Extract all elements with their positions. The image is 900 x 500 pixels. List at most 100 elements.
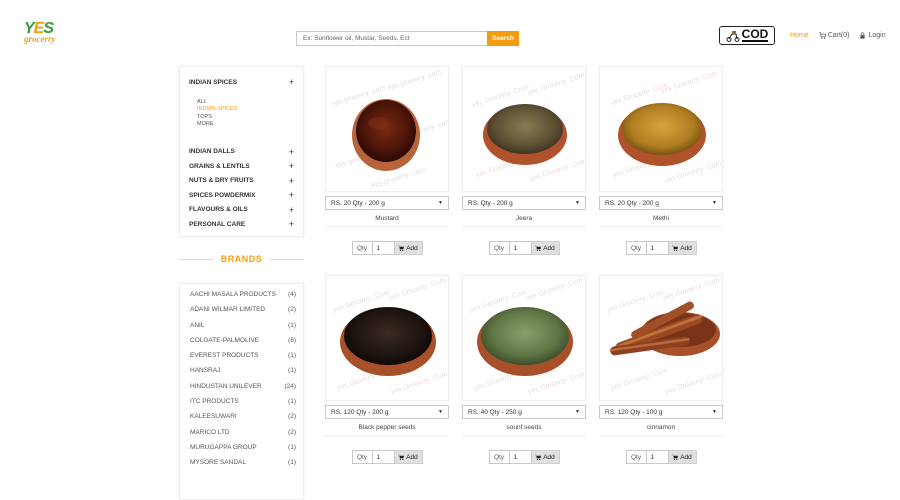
mustard-seeds-image bbox=[352, 99, 420, 171]
qty-label: Qty bbox=[351, 241, 373, 255]
expand-icon[interactable]: + bbox=[289, 176, 294, 186]
brand-item[interactable]: MURUGAPPA GROUP (1) bbox=[190, 440, 296, 455]
lock-icon bbox=[860, 32, 866, 39]
brand-item[interactable]: ITC PRODUCTS (1) bbox=[190, 394, 296, 409]
product-name[interactable]: cinnamon bbox=[599, 424, 723, 436]
dropdown-caret-icon: ▼ bbox=[438, 200, 443, 206]
product-name[interactable]: Jeera bbox=[462, 215, 586, 227]
nav-home[interactable]: Home bbox=[790, 32, 809, 39]
expand-icon[interactable]: + bbox=[289, 161, 294, 171]
cart-icon bbox=[535, 245, 542, 251]
dropdown-caret-icon: ▼ bbox=[575, 200, 580, 206]
nav-login[interactable]: Login bbox=[859, 32, 886, 39]
jeera-seeds-image bbox=[483, 104, 567, 165]
product-name[interactable]: Mustard bbox=[325, 215, 449, 227]
product-image-box[interactable]: yes Grocerry .Com yes Grocerry .Com yes … bbox=[599, 275, 723, 401]
category-item-nuts-dry-fruits[interactable]: NUTS & DRY FRUITS + bbox=[189, 174, 294, 189]
add-to-cart-group: Qty 1 Add bbox=[325, 241, 449, 255]
qty-input[interactable]: 1 bbox=[372, 450, 395, 464]
subcategory-more[interactable]: MORE bbox=[197, 121, 294, 129]
search-input[interactable] bbox=[296, 31, 487, 46]
qty-input[interactable]: 1 bbox=[646, 450, 669, 464]
search-bar: Search bbox=[296, 31, 519, 46]
product-card: yes Grocerry .Com yes Grocerry .Com yes … bbox=[599, 66, 723, 255]
product-image-box[interactable]: yes Grocerry .Com yes Grocerry .Com yes … bbox=[462, 275, 586, 401]
brand-item[interactable]: COLGATE-PALMOLIVE (8) bbox=[190, 333, 296, 348]
expand-icon[interactable]: + bbox=[289, 147, 294, 157]
cart-icon bbox=[672, 454, 679, 460]
black-pepper-image bbox=[340, 307, 436, 376]
product-name[interactable]: sounf seeds bbox=[462, 424, 586, 436]
category-item-personal-care[interactable]: PERSONAL CARE + bbox=[189, 217, 294, 232]
expand-icon[interactable]: + bbox=[289, 77, 294, 87]
product-card: yes Grocerry .Com yes Grocerry .Com yes … bbox=[325, 275, 449, 464]
product-image-box[interactable]: yes Grocerry .Com yes Grocerry .Com yes … bbox=[462, 66, 586, 192]
expand-icon[interactable]: + bbox=[289, 190, 294, 200]
brand-item[interactable]: HANSRAJ (1) bbox=[190, 363, 296, 378]
top-nav: Home Cart(0) Login bbox=[790, 32, 886, 39]
variant-select[interactable]: RS. 120 Qty - 200 g ▼ bbox=[325, 405, 449, 419]
cart-icon bbox=[398, 245, 405, 251]
brand-item[interactable]: ANIL (1) bbox=[190, 318, 296, 333]
brands-heading: BRANDS bbox=[179, 254, 305, 264]
dropdown-caret-icon: ▼ bbox=[712, 200, 717, 206]
brand-item[interactable]: KALEESUWARI (2) bbox=[190, 409, 296, 424]
sounf-seeds-image bbox=[477, 307, 573, 376]
product-name[interactable]: Black pepper seeds bbox=[325, 424, 449, 436]
product-name[interactable]: Methi bbox=[599, 215, 723, 227]
variant-select[interactable]: RS. 40 Qty - 250 g ▼ bbox=[462, 405, 586, 419]
brand-item[interactable]: HINDUSTAN UNILEVER (24) bbox=[190, 379, 296, 394]
nav-cart[interactable]: Cart(0) bbox=[818, 32, 849, 39]
add-to-cart-button[interactable]: Add bbox=[668, 241, 697, 255]
brand-item[interactable]: EVEREST PRODUCTS (1) bbox=[190, 348, 296, 363]
category-item-spices-powdermix[interactable]: SPICES POWDERMIX + bbox=[189, 188, 294, 203]
add-to-cart-button[interactable]: Add bbox=[531, 450, 560, 464]
add-to-cart-button[interactable]: Add bbox=[668, 450, 697, 464]
add-to-cart-group: Qty 1 Add bbox=[599, 450, 723, 464]
divider bbox=[270, 258, 305, 260]
dropdown-caret-icon: ▼ bbox=[712, 409, 717, 415]
subcategory-tops[interactable]: TOPS bbox=[197, 114, 294, 122]
cinnamon-image bbox=[609, 301, 720, 356]
product-image-box[interactable]: Yes grocerry .com Yes grocerry .com Yes … bbox=[325, 66, 449, 192]
dropdown-caret-icon: ▼ bbox=[438, 409, 443, 415]
add-to-cart-group: Qty 1 Add bbox=[599, 241, 723, 255]
qty-input[interactable]: 1 bbox=[509, 241, 532, 255]
qty-input[interactable]: 1 bbox=[372, 241, 395, 255]
variant-select[interactable]: RS. 20 Qty - 200 g ▼ bbox=[599, 196, 723, 210]
brand-item[interactable]: ADANI WILMAR LIMITED (2) bbox=[190, 302, 296, 317]
cart-icon bbox=[535, 454, 542, 460]
site-logo[interactable]: YES grocerry bbox=[24, 21, 72, 46]
qty-input[interactable]: 1 bbox=[509, 450, 532, 464]
brand-item[interactable]: MYSORE SANDAL (1) bbox=[190, 455, 296, 470]
qty-input[interactable]: 1 bbox=[646, 241, 669, 255]
variant-select[interactable]: RS. 20 Qty - 200 g ▼ bbox=[325, 196, 449, 210]
category-item-grains-lentils[interactable]: GRAINS & LENTILS + bbox=[189, 159, 294, 174]
product-image-box[interactable]: yes Grocerry .Com yes Grocerry .Com yes … bbox=[599, 66, 723, 192]
cod-badge: COD bbox=[719, 26, 775, 45]
subcategory-indian-spices[interactable]: INDIAN SPICES bbox=[197, 106, 294, 114]
brand-item[interactable]: AACHI MASALA PRODUCTS (4) bbox=[190, 287, 296, 302]
variant-select[interactable]: RS. 120 Qty - 100 g ▼ bbox=[599, 405, 723, 419]
product-card: Yes grocerry .com Yes grocerry .com Yes … bbox=[325, 66, 449, 255]
subcategory-all[interactable]: ALL bbox=[197, 99, 294, 107]
cart-icon bbox=[672, 245, 679, 251]
search-button[interactable]: Search bbox=[487, 31, 519, 46]
expand-icon[interactable]: + bbox=[289, 205, 294, 215]
add-to-cart-button[interactable]: Add bbox=[531, 241, 560, 255]
add-to-cart-button[interactable]: Add bbox=[394, 450, 423, 464]
category-item-indian-dalls[interactable]: INDIAN DALLS + bbox=[189, 145, 294, 160]
expand-icon[interactable]: + bbox=[289, 219, 294, 229]
qty-label: Qty bbox=[351, 450, 373, 464]
add-to-cart-button[interactable]: Add bbox=[394, 241, 423, 255]
cart-icon bbox=[818, 32, 826, 39]
qty-label: Qty bbox=[488, 241, 510, 255]
cod-text: COD bbox=[741, 27, 769, 42]
variant-select[interactable]: RS. Qty - 200 g ▼ bbox=[462, 196, 586, 210]
product-card: yes Grocerry .Com yes Grocerry .Com yes … bbox=[599, 275, 723, 464]
qty-label: Qty bbox=[625, 241, 647, 255]
category-item-flavours-oils[interactable]: FLAVOURS & OILS + bbox=[189, 203, 294, 218]
product-card: yes Grocerry .Com yes Grocerry .Com yes … bbox=[462, 275, 586, 464]
brand-item[interactable]: MARICO LTD (2) bbox=[190, 425, 296, 440]
product-image-box[interactable]: yes Grocerry .Com yes Grocerry .Com yes … bbox=[325, 275, 449, 401]
